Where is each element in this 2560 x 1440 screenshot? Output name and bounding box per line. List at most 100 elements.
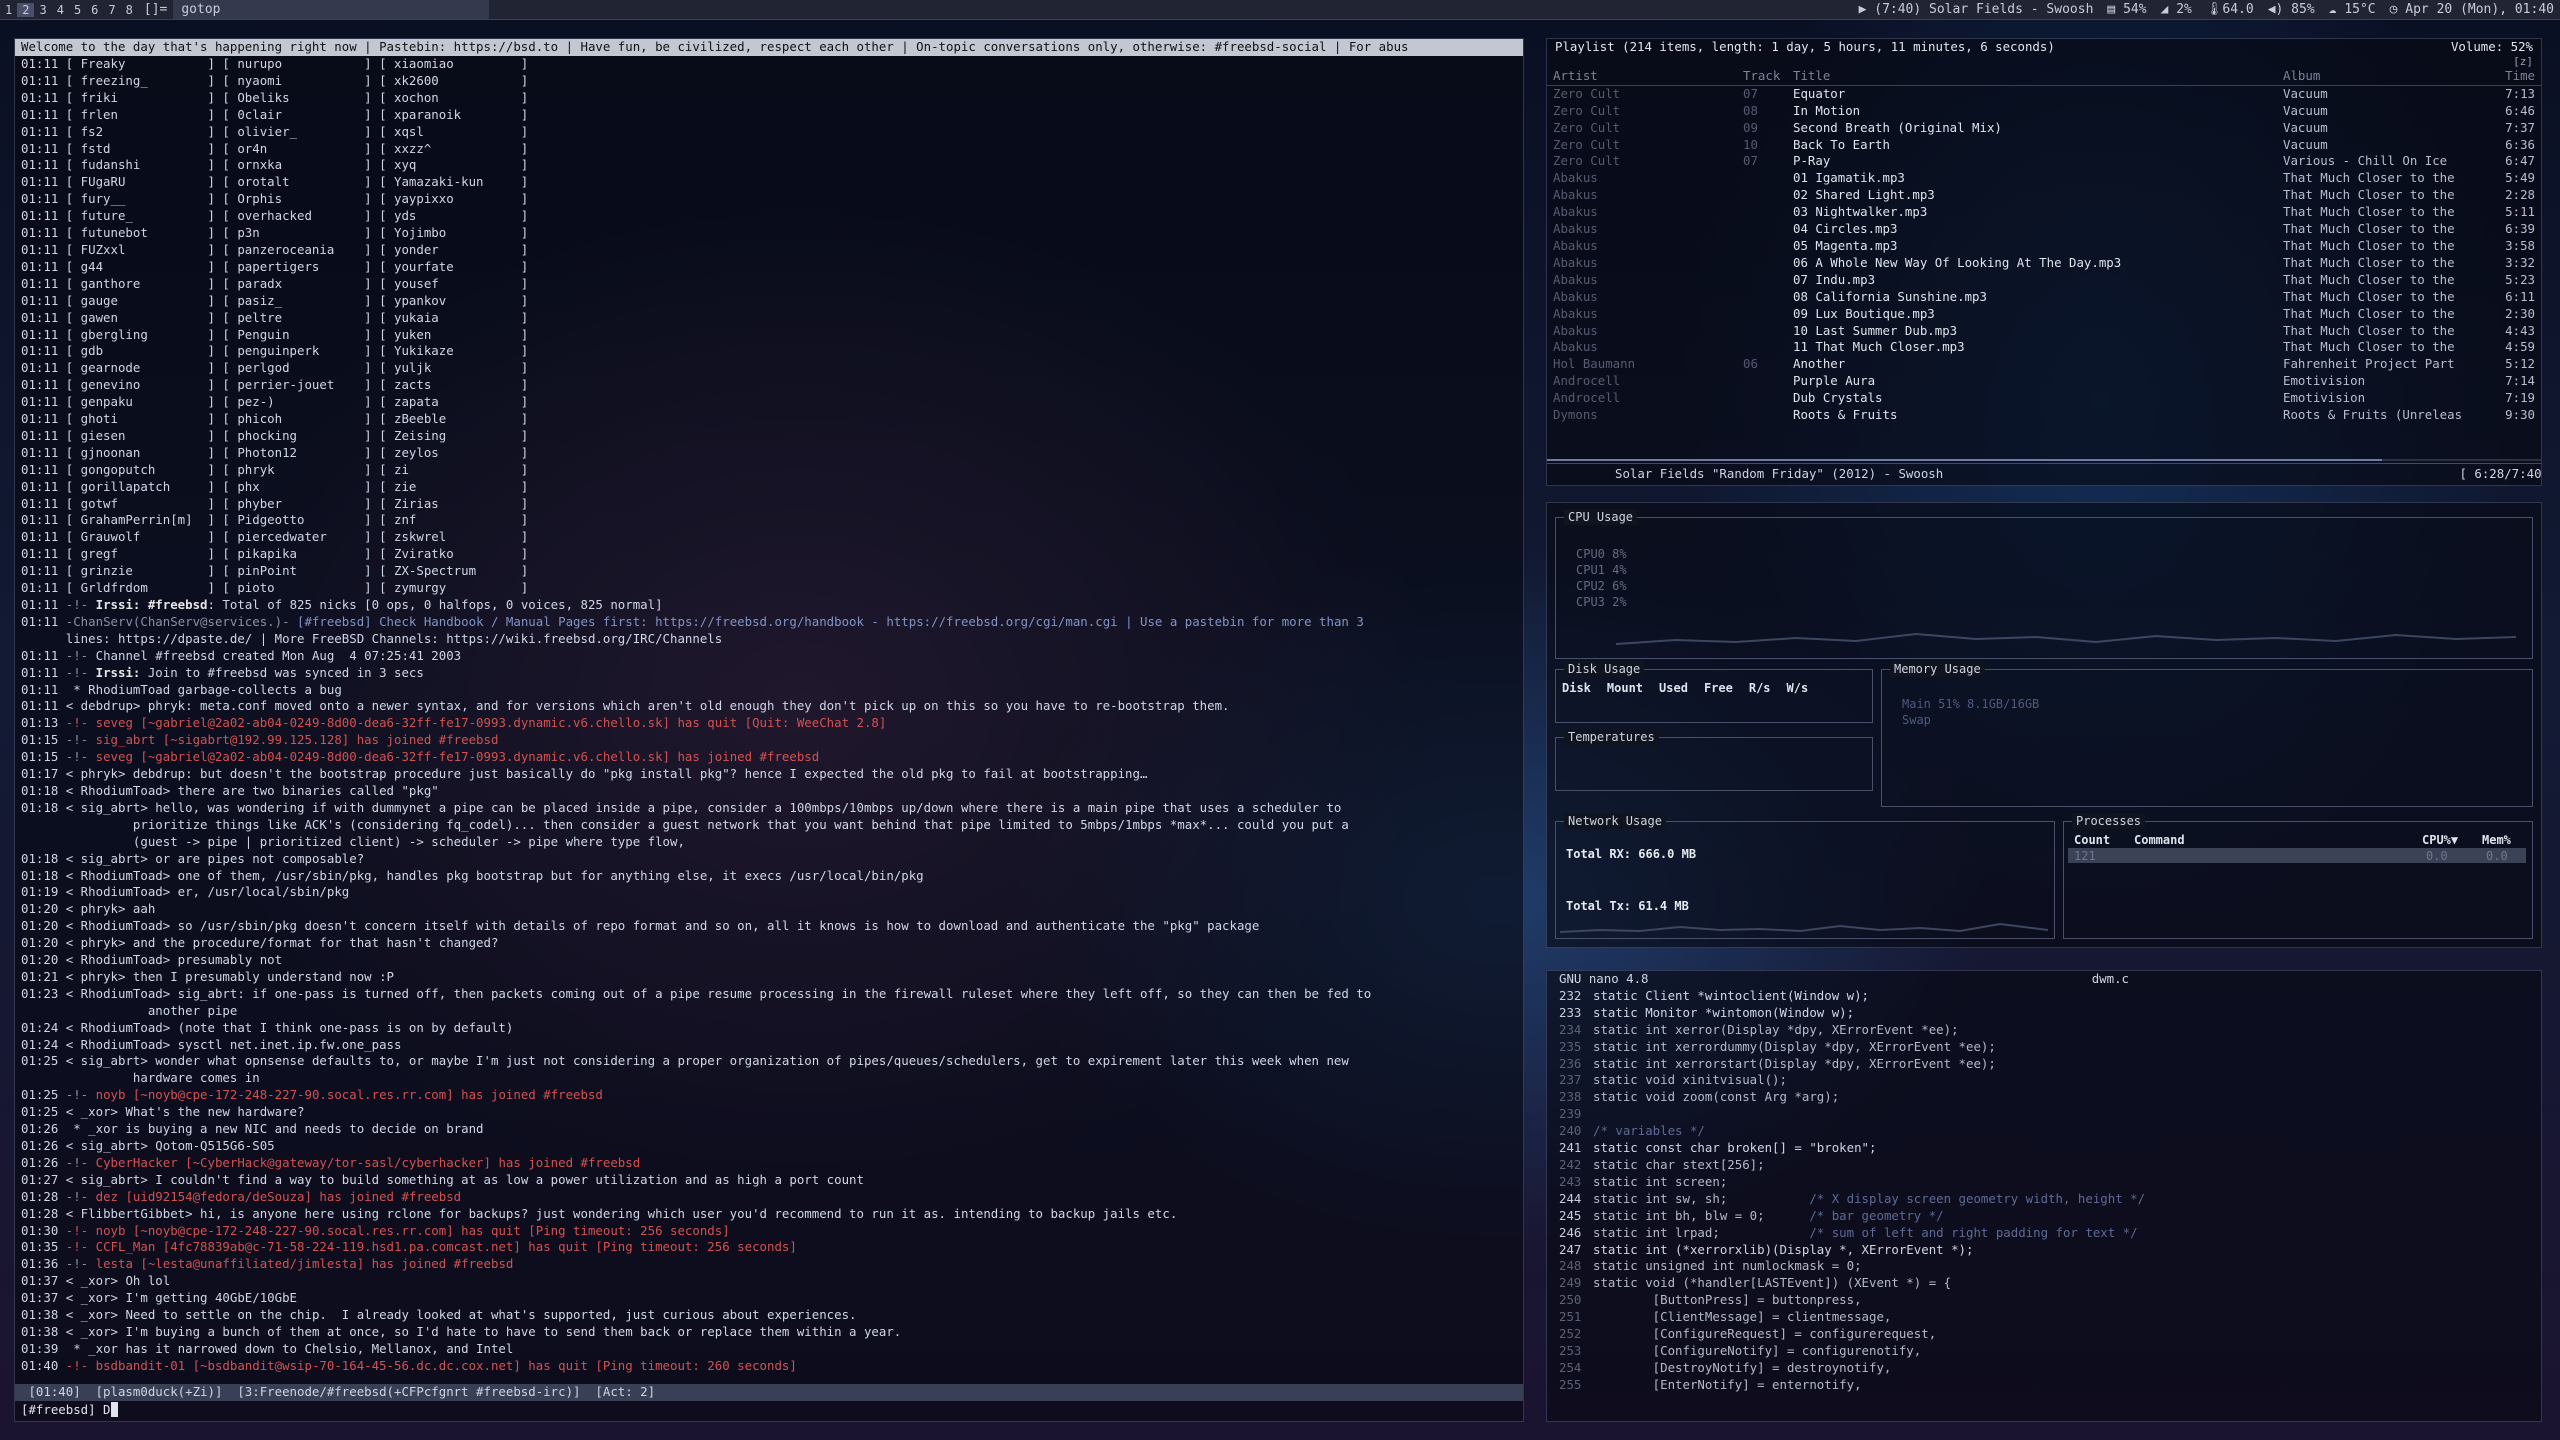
timestamp: 01:25: [21, 1087, 66, 1103]
chat-line: (guest -> pipe | prioritized client) -> …: [21, 834, 1523, 851]
col-cpu[interactable]: CPU%▼: [2422, 832, 2482, 848]
chat-line: 01:24 < RhodiumToad> (note that I think …: [21, 1020, 1523, 1037]
music-player-window[interactable]: Playlist (214 items, length: 1 day, 5 ho…: [1546, 38, 2542, 486]
code-line[interactable]: 241 static const char broken[] = "broken"…: [1559, 1140, 2541, 1157]
now-playing-bar: Solar Fields "Random Friday" (2012) - Sw…: [1547, 463, 2541, 485]
workspace-tag-8[interactable]: 8: [121, 3, 138, 17]
track-title: In Motion: [1793, 102, 1861, 118]
playlist-row[interactable]: Abakus 01 Igamatik.mp3 That Much Closer to…: [1547, 170, 2541, 187]
code-line[interactable]: 255 [EnterNotify] = enternotify,: [1559, 1377, 2541, 1394]
disk-usage-widget: Disk Usage Disk Mount Used Free R/s W/s: [1555, 661, 1873, 723]
code-line[interactable]: 253 [ConfigureNotify] = configurenotify,: [1559, 1343, 2541, 1360]
code-line[interactable]: 252 [ConfigureRequest] = configurereques…: [1559, 1326, 2541, 1343]
code-line[interactable]: 238 static void zoom(const Arg *arg);: [1559, 1089, 2541, 1106]
code-line[interactable]: 232 static Client *wintoclient(Window w);: [1559, 988, 2541, 1005]
workspace-tag-2[interactable]: 2: [17, 2, 35, 17]
playlist-row[interactable]: Zero Cult 07 P-Ray Various - Chill On Ice 6:…: [1547, 153, 2541, 170]
input-text[interactable]: [#freebsd] D: [21, 1402, 111, 1417]
playlist-row[interactable]: Zero Cult 07 Equator Vacuum 7:13: [1547, 86, 2541, 103]
timestamp: 01:37: [21, 1273, 66, 1289]
playlist-row[interactable]: Zero Cult 08 In Motion Vacuum 6:46: [1547, 103, 2541, 120]
code-line[interactable]: 247 static int (*xerrorxlib)(Display *, X…: [1559, 1242, 2541, 1259]
processes-widget[interactable]: Processes Count Command CPU%▼ Mem% 121 0…: [2063, 813, 2533, 939]
timestamp: 01:24: [21, 1036, 66, 1052]
playlist-col-title[interactable]: Title: [1793, 68, 2283, 85]
code-line[interactable]: 235 static int xerrordummy(Display *dpy, …: [1559, 1039, 2541, 1056]
playlist-col-album[interactable]: Album: [2283, 68, 2483, 85]
process-row[interactable]: 121 0.0 0.0: [2068, 848, 2526, 863]
code-line[interactable]: 239: [1559, 1106, 2541, 1123]
track-artist: Zero Cult: [1553, 119, 1621, 135]
code-line[interactable]: 245 static int bh, blw = 0; /* bar geomet…: [1559, 1208, 2541, 1225]
track-title: 08 California Sunshine.mp3: [1793, 288, 1987, 304]
nick-list-row: 01:11 [ GrahamPerrin[m] ] [ Pidgeotto ] …: [21, 512, 529, 528]
playlist-row[interactable]: Abakus 10 Last Summer Dub.mp3 That Much Cl…: [1547, 323, 2541, 340]
message-text: < sig_abrt> Qotom-Q515G6-S05: [65, 1138, 275, 1153]
workspace-tag-1[interactable]: 1: [0, 3, 17, 17]
code-line[interactable]: 240 /* variables */: [1559, 1123, 2541, 1140]
timestamp: 01:20: [21, 918, 66, 934]
workspace-tag-4[interactable]: 4: [52, 3, 69, 17]
nano-editor-window[interactable]: GNU nano 4.8 dwm.c 232 static Client *win…: [1546, 970, 2542, 1422]
playlist-col-track[interactable]: Track: [1743, 68, 1793, 85]
code-line[interactable]: 236 static int xerrorstart(Display *dpy, …: [1559, 1056, 2541, 1073]
chat-line: 01:11 -!- Irssi: #freebsd: Total of 825 …: [21, 597, 1523, 614]
workspace-tag-6[interactable]: 6: [86, 3, 103, 17]
message-text: seveg [~gabriel@2a02-ab04-0249-8d00-dea6…: [95, 749, 820, 765]
disk-col-mount[interactable]: Mount: [1607, 680, 1643, 696]
col-command[interactable]: Command: [2134, 832, 2422, 848]
code-line[interactable]: 233 static Monitor *wintomon(Window w);: [1559, 1005, 2541, 1022]
playlist-row[interactable]: Androcell Dub Crystals Emotivision 7:19: [1547, 390, 2541, 407]
layout-indicator[interactable]: []=: [138, 2, 173, 17]
workspace-tag-5[interactable]: 5: [69, 3, 86, 17]
code-buffer[interactable]: 232 static Client *wintoclient(Window w);…: [1547, 988, 2541, 1394]
playlist-row[interactable]: Abakus 04 Circles.mp3 That Much Closer to …: [1547, 221, 2541, 238]
message-input[interactable]: [#freebsd] D: [15, 1402, 118, 1419]
playlist-row[interactable]: Abakus 02 Shared Light.mp3 That Much Close…: [1547, 187, 2541, 204]
timestamp: 01:20: [21, 935, 66, 951]
code-line[interactable]: 254 [DestroyNotify] = destroynotify,: [1559, 1360, 2541, 1377]
disk-col-disk[interactable]: Disk: [1562, 680, 1591, 696]
chat-line: 01:11 -ChanServ(ChanServ@services.)- [#f…: [21, 614, 1523, 631]
workspace-tag-7[interactable]: 7: [103, 3, 120, 17]
disk-col-free[interactable]: Free: [1704, 680, 1733, 696]
playlist-row[interactable]: Abakus 08 California Sunshine.mp3 That Muc…: [1547, 289, 2541, 306]
playlist-row[interactable]: Zero Cult 09 Second Breath (Original Mix) V…: [1547, 120, 2541, 137]
playlist-row[interactable]: Zero Cult 10 Back To Earth Vacuum 6:36: [1547, 137, 2541, 154]
playlist-row[interactable]: Abakus 05 Magenta.mp3 That Much Closer to …: [1547, 238, 2541, 255]
col-count[interactable]: Count: [2074, 832, 2134, 848]
code-line[interactable]: 234 static int xerror(Display *dpy, XErro…: [1559, 1022, 2541, 1039]
code-line[interactable]: 242 static char stext[256];: [1559, 1157, 2541, 1174]
nick-list-row: 01:11 [ gdb ] [ penguinperk ] [ Yukikaze…: [21, 343, 529, 359]
code-line[interactable]: 246 static int lrpad; /* sum of left and …: [1559, 1225, 2541, 1242]
disk-col-used[interactable]: Used: [1659, 680, 1688, 696]
irc-client-window[interactable]: Welcome to the day that's happening righ…: [14, 38, 1524, 1422]
timestamp: 01:37: [21, 1290, 66, 1306]
code-line[interactable]: 251 [ClientMessage] = clientmessage,: [1559, 1309, 2541, 1326]
playlist-col-artist[interactable]: Artist: [1553, 68, 1743, 85]
disk-col-w-s[interactable]: W/s: [1787, 680, 1809, 696]
message-text: hardware comes in: [21, 1070, 260, 1086]
playlist-col-time[interactable]: Time: [2483, 68, 2535, 85]
disk-col-r-s[interactable]: R/s: [1749, 680, 1771, 696]
code-line[interactable]: 248 static unsigned int numlockmask = 0;: [1559, 1258, 2541, 1275]
code-line[interactable]: 244 static int sw, sh; /* X display scree…: [1559, 1191, 2541, 1208]
playlist-row[interactable]: Abakus 07 Indu.mp3 That Much Closer to the…: [1547, 272, 2541, 289]
progress-bar[interactable]: [1547, 459, 2541, 461]
code-line[interactable]: 250 [ButtonPress] = buttonpress,: [1559, 1292, 2541, 1309]
col-mem[interactable]: Mem%: [2482, 832, 2522, 848]
playlist-row[interactable]: Abakus 11 That Much Closer.mp3 That Much C…: [1547, 339, 2541, 356]
playlist-row[interactable]: Abakus 09 Lux Boutique.mp3 That Much Close…: [1547, 306, 2541, 323]
code-line[interactable]: 237 static void xinitvisual();: [1559, 1072, 2541, 1089]
playlist-row[interactable]: Androcell Purple Aura Emotivision 7:14: [1547, 373, 2541, 390]
playlist-row[interactable]: Hol Baumann 06 Another Fahrenheit Project P…: [1547, 356, 2541, 373]
playlist-row[interactable]: Abakus 03 Nightwalker.mp3 That Much Closer…: [1547, 204, 2541, 221]
code-line[interactable]: 249 static void (*handler[LASTEvent]) (XE…: [1559, 1275, 2541, 1292]
workspace-tag-3[interactable]: 3: [34, 3, 51, 17]
gotop-window[interactable]: CPU Usage CPU0 8% CPU1 4% CPU2 6% CPU3 2% D…: [1546, 502, 2542, 948]
playlist-row[interactable]: Dymons Roots & Fruits Roots & Fruits (Unre…: [1547, 407, 2541, 424]
line-number: 239: [1559, 1106, 1582, 1122]
playlist-row[interactable]: Abakus 06 A Whole New Way Of Looking At T…: [1547, 255, 2541, 272]
track-title: Roots & Fruits: [1793, 407, 1898, 423]
code-line[interactable]: 243 static int screen;: [1559, 1174, 2541, 1191]
